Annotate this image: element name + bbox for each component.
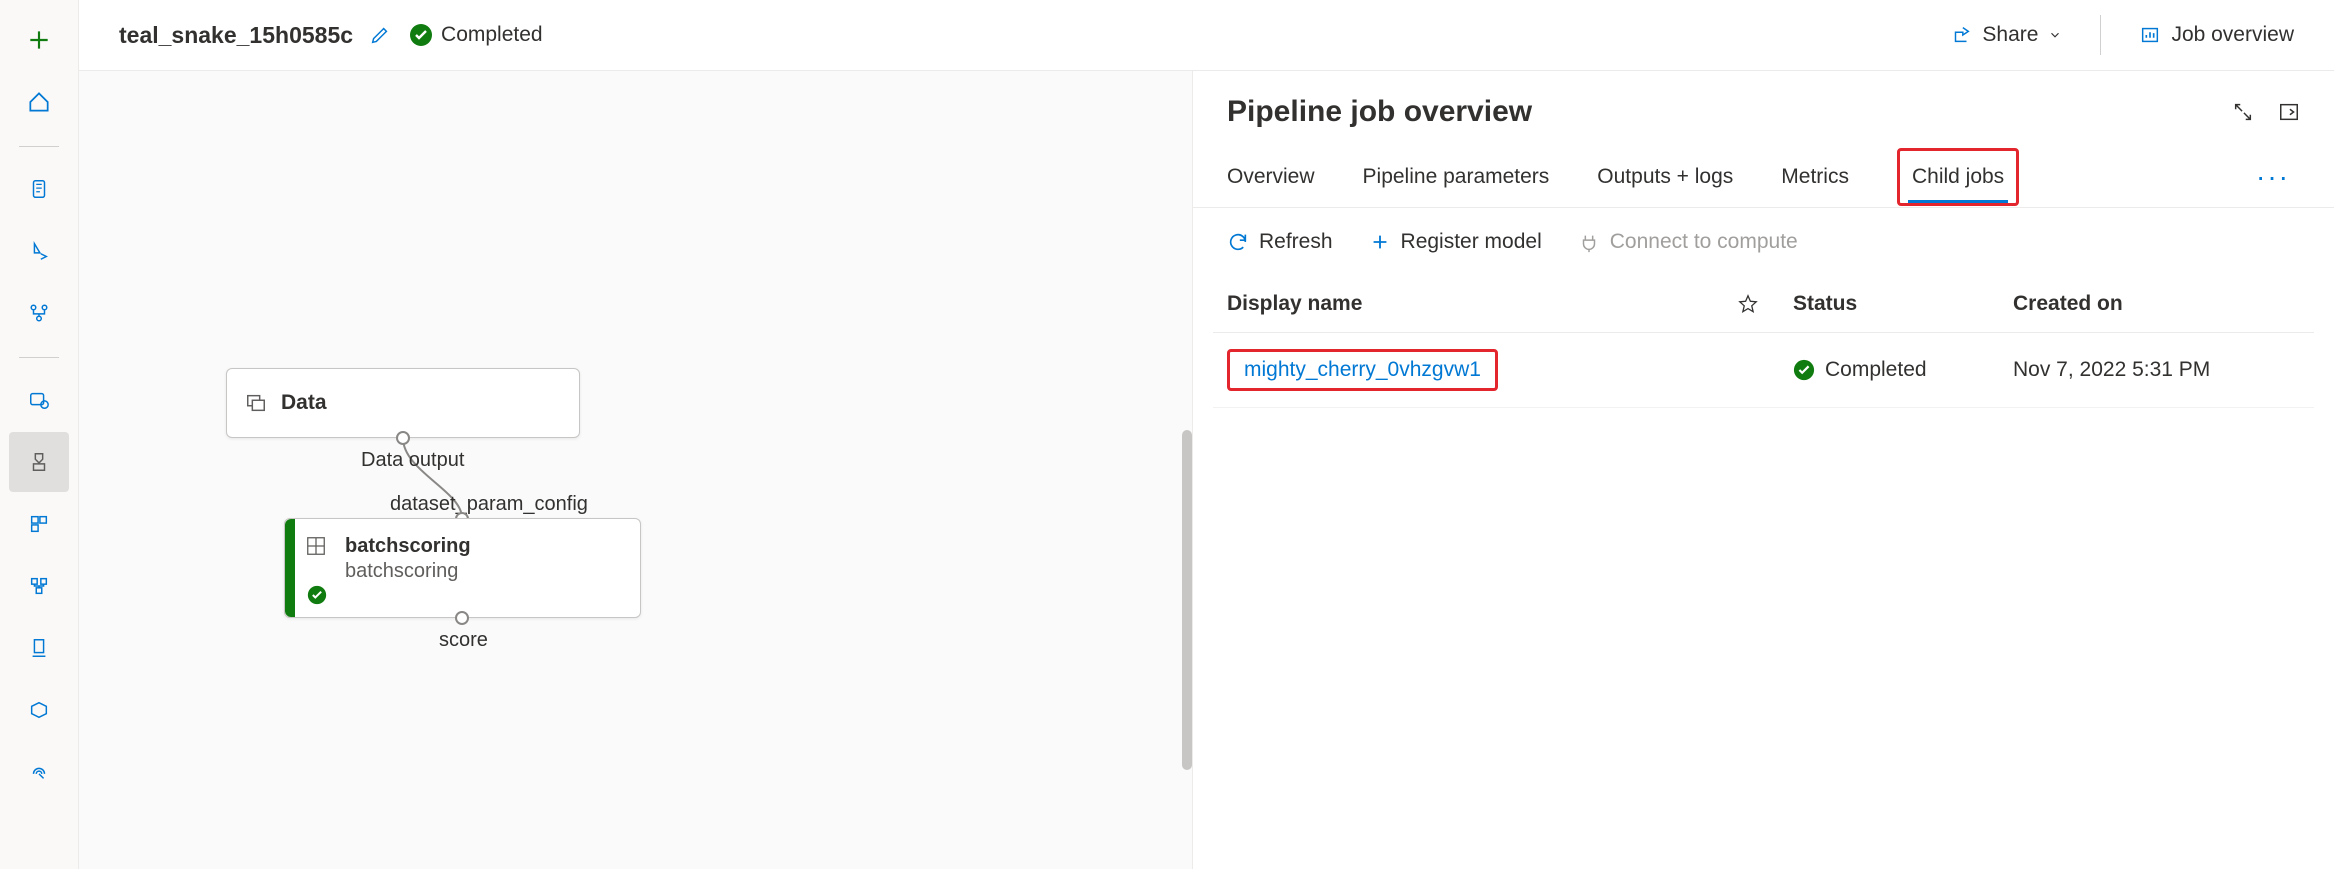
connect-compute-button: Connect to compute (1578, 230, 1798, 254)
child-jobs-table: Display name Status Created on mighty_ch… (1193, 276, 2334, 408)
output-port[interactable] (455, 611, 469, 625)
more-menu-button[interactable]: ··· (2246, 161, 2300, 193)
share-label: Share (1982, 23, 2038, 47)
details-panel: Pipeline job overview Overview Pipeline … (1192, 71, 2334, 869)
plug-icon (1578, 231, 1600, 253)
canvas-scrollbar[interactable] (1182, 430, 1192, 770)
pipeline-edge (79, 71, 1192, 869)
refresh-label: Refresh (1259, 230, 1333, 254)
nav-divider (19, 357, 59, 358)
edge-label: dataset_param_config (390, 493, 588, 516)
tab-outputs-logs[interactable]: Outputs + logs (1597, 147, 1733, 207)
col-created-on[interactable]: Created on (2013, 292, 2300, 316)
nav-components-button[interactable] (9, 494, 69, 554)
score-label: score (439, 629, 488, 652)
register-label: Register model (1401, 230, 1542, 254)
topbar-divider (2100, 15, 2101, 55)
tab-child-jobs[interactable]: Child jobs (1897, 148, 2019, 206)
status-label: Completed (441, 23, 543, 47)
check-circle-icon (307, 585, 327, 605)
nav-models-button[interactable] (9, 680, 69, 740)
job-overview-button[interactable]: Job overview (2129, 17, 2304, 53)
connect-label: Connect to compute (1610, 230, 1798, 254)
batch-title: batchscoring (345, 535, 471, 558)
register-model-button[interactable]: Register model (1369, 230, 1542, 254)
check-circle-icon (409, 23, 433, 47)
status-badge: Completed (409, 23, 543, 47)
pipeline-node-data[interactable]: Data (226, 368, 580, 438)
tab-pipeline-parameters[interactable]: Pipeline parameters (1363, 147, 1550, 207)
row-status-label: Completed (1825, 358, 1927, 382)
nav-home-button[interactable] (9, 72, 69, 132)
row-created-on: Nov 7, 2022 5:31 PM (2013, 358, 2300, 382)
plus-icon (1369, 231, 1391, 253)
collapse-icon[interactable] (2278, 101, 2300, 123)
nav-automl-button[interactable] (9, 221, 69, 281)
nav-data-button[interactable] (9, 370, 69, 430)
nav-environments-button[interactable] (9, 618, 69, 678)
panel-title: Pipeline job overview (1227, 95, 1532, 129)
grid-icon (305, 535, 327, 557)
panel-toolbar: Refresh Register model Connect to comput… (1193, 208, 2334, 276)
nav-notebook-button[interactable] (9, 159, 69, 219)
nav-designer-button[interactable] (9, 283, 69, 343)
check-circle-icon (1793, 359, 1815, 381)
output-port[interactable] (396, 431, 410, 445)
tab-metrics[interactable]: Metrics (1781, 147, 1849, 207)
data-output-label: Data output (361, 449, 464, 472)
job-title: teal_snake_15h0585c (119, 22, 353, 49)
panel-tabs: Overview Pipeline parameters Outputs + l… (1193, 147, 2334, 208)
tab-overview[interactable]: Overview (1227, 147, 1315, 207)
child-job-link-highlight: mighty_cherry_0vhzgvw1 (1227, 349, 1498, 391)
panel-header: Pipeline job overview (1193, 71, 2334, 147)
status-stripe (285, 519, 295, 617)
share-button[interactable]: Share (1940, 17, 2072, 53)
chevron-down-icon (2048, 28, 2062, 42)
refresh-icon (1227, 231, 1249, 253)
col-favorite[interactable] (1737, 293, 1793, 315)
row-status: Completed (1793, 358, 2013, 382)
share-icon (1950, 24, 1972, 46)
batch-subtitle: batchscoring (345, 560, 471, 583)
data-node-label: Data (281, 391, 327, 415)
pipeline-canvas[interactable]: Data Data output dataset_param_config ba… (79, 71, 1192, 869)
nav-add-button[interactable] (9, 10, 69, 70)
col-display-name[interactable]: Display name (1227, 292, 1737, 316)
table-row[interactable]: mighty_cherry_0vhzgvw1 Completed Nov 7, … (1213, 333, 2314, 408)
edit-icon[interactable] (369, 24, 391, 46)
left-nav-sidebar (0, 0, 79, 869)
nav-endpoints-button[interactable] (9, 742, 69, 802)
nav-pipelines-button[interactable] (9, 556, 69, 616)
topbar: teal_snake_15h0585c Completed Share Job … (79, 0, 2334, 71)
col-status[interactable]: Status (1793, 292, 2013, 316)
nav-divider (19, 146, 59, 147)
expand-icon[interactable] (2232, 101, 2254, 123)
pipeline-node-batchscoring[interactable]: batchscoring batchscoring (284, 518, 641, 618)
data-icon (245, 392, 267, 414)
main-area: teal_snake_15h0585c Completed Share Job … (79, 0, 2334, 869)
bar-chart-icon (2139, 24, 2161, 46)
star-icon (1737, 293, 1759, 315)
overview-label: Job overview (2171, 23, 2294, 47)
refresh-button[interactable]: Refresh (1227, 230, 1333, 254)
table-header: Display name Status Created on (1213, 276, 2314, 333)
nav-jobs-button[interactable] (9, 432, 69, 492)
child-job-link[interactable]: mighty_cherry_0vhzgvw1 (1244, 358, 1481, 381)
